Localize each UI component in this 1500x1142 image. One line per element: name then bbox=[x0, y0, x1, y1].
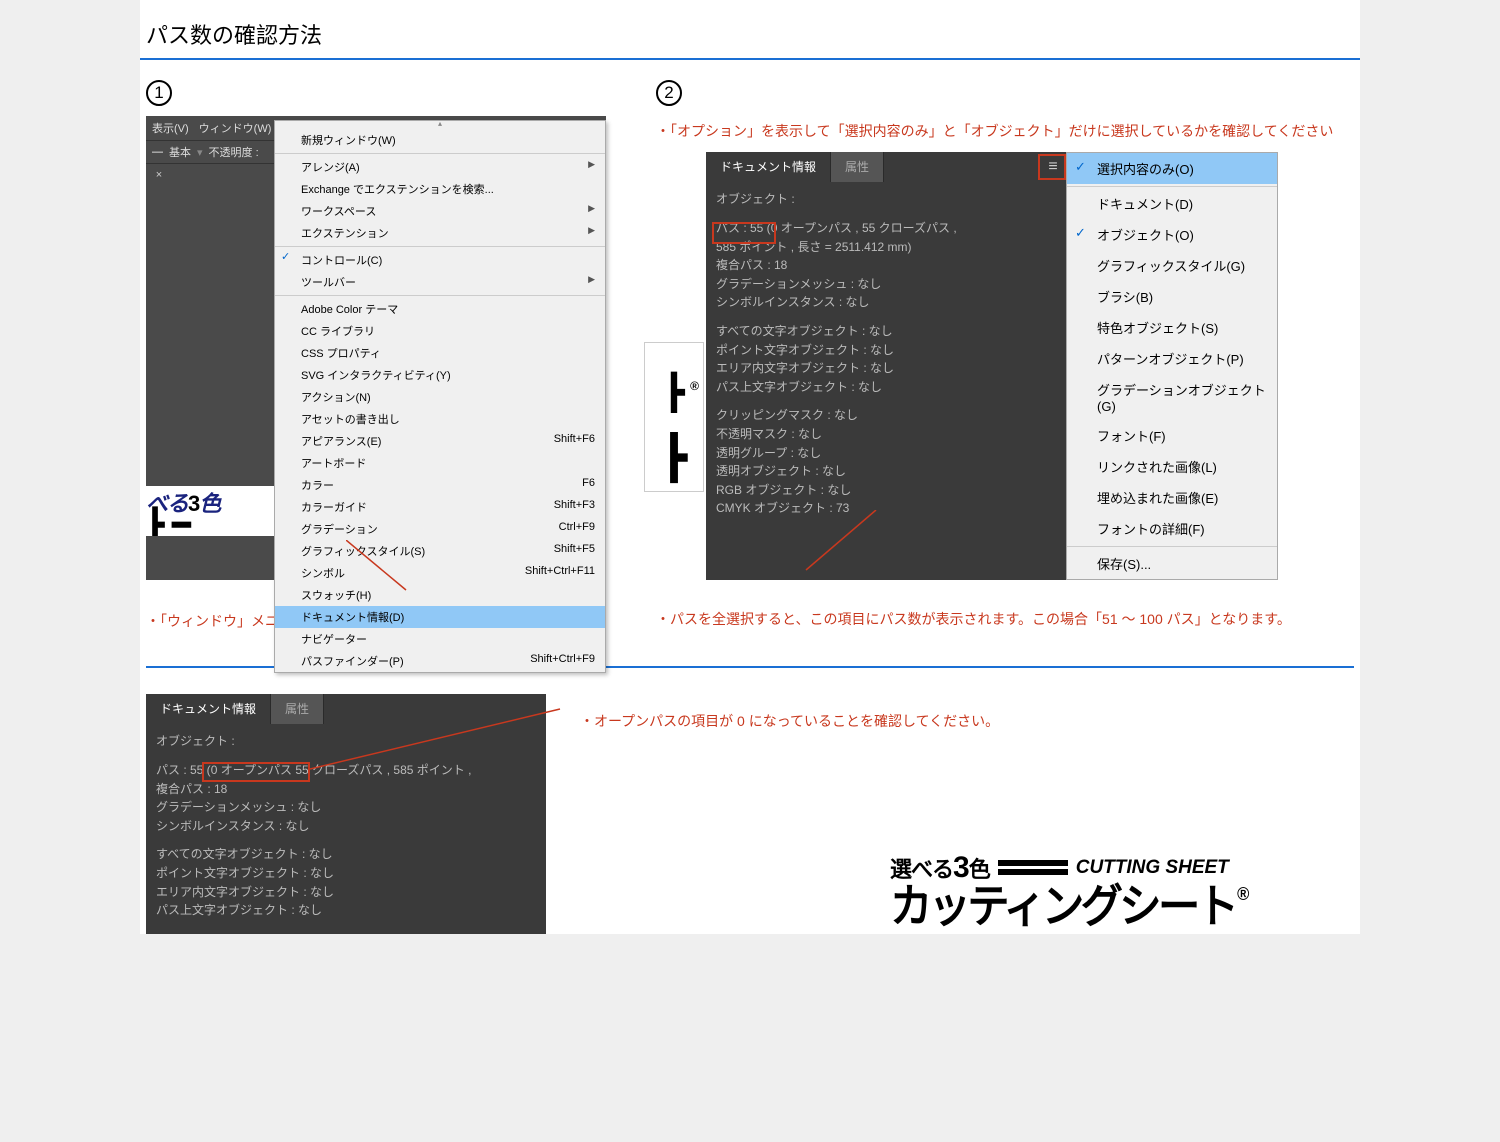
tab-attributes[interactable]: 属性 bbox=[831, 152, 884, 182]
check-icon: ✓ bbox=[281, 250, 290, 263]
flyout-item[interactable]: ドキュメント(D) bbox=[1067, 186, 1277, 219]
flyout-item[interactable]: ✓オブジェクト(O) bbox=[1067, 219, 1277, 250]
flyout-item[interactable]: パターンオブジェクト(P) bbox=[1067, 343, 1277, 374]
document-info-panel-2: ドキュメント情報 属性 オブジェクト : パス : 55 (0 オープンパス 5… bbox=[146, 694, 546, 933]
menu-item[interactable]: エクステンション▶ bbox=[275, 222, 605, 244]
note-step3: ・オープンパスの項目が 0 になっていることを確認してください。 bbox=[580, 710, 999, 732]
menu-item[interactable]: ドキュメント情報(D) bbox=[275, 606, 605, 628]
menu-item[interactable]: アセットの書き出し bbox=[275, 408, 605, 430]
highlight-open-paths bbox=[202, 762, 310, 782]
control-opacity: 不透明度 : bbox=[209, 144, 259, 160]
flyout-item[interactable]: グラデーションオブジェクト(G) bbox=[1067, 374, 1277, 420]
menu-item[interactable]: 新規ウィンドウ(W) bbox=[275, 129, 605, 151]
menu-item[interactable]: SVG インタラクティビティ(Y) bbox=[275, 364, 605, 386]
docinfo-heading: オブジェクト : bbox=[716, 190, 1056, 209]
highlight-path-count bbox=[712, 222, 776, 244]
note-step2b: ・パスを全選択すると、この項目にパス数が表示されます。この場合「51 ～ 100… bbox=[656, 608, 1354, 630]
menu-item[interactable]: Adobe Color テーマ bbox=[275, 295, 605, 320]
window-dropdown-menu: ▴ 新規ウィンドウ(W)アレンジ(A)▶Exchange でエクステンションを検… bbox=[274, 120, 606, 673]
brand-logo: 選べる3色 CUTTING SHEET カッティングシート® bbox=[890, 853, 1330, 929]
flyout-item[interactable]: フォント(F) bbox=[1067, 420, 1277, 451]
menu-item[interactable]: パスファインダー(P)Shift+Ctrl+F9 bbox=[275, 650, 605, 672]
chevron-right-icon: ▶ bbox=[588, 203, 595, 219]
menu-item[interactable]: ✓コントロール(C) bbox=[275, 246, 605, 271]
flyout-item[interactable]: 保存(S)... bbox=[1067, 546, 1277, 579]
page-title: パス数の確認方法 bbox=[140, 18, 1360, 58]
artwork-preview: ┣ ® ┣ bbox=[644, 342, 704, 492]
tab-document-info[interactable]: ドキュメント情報 bbox=[146, 694, 271, 724]
menu-item[interactable]: ツールバー▶ bbox=[275, 271, 605, 293]
flyout-item[interactable]: 埋め込まれた画像(E) bbox=[1067, 482, 1277, 513]
menu-item[interactable]: ナビゲーター bbox=[275, 628, 605, 650]
menubar-window[interactable]: ウィンドウ(W) bbox=[199, 120, 272, 136]
docinfo-mesh: グラデーションメッシュ : なし bbox=[716, 275, 1056, 294]
menu-item[interactable]: グラデーションCtrl+F9 bbox=[275, 518, 605, 540]
artwork-thumbnail: べる3色 ┣ ━ bbox=[146, 486, 274, 536]
menu-item[interactable]: アクション(N) bbox=[275, 386, 605, 408]
menu-item[interactable]: スウォッチ(H) bbox=[275, 584, 605, 606]
flyout-item[interactable]: ブラシ(B) bbox=[1067, 281, 1277, 312]
menu-item[interactable]: シンボルShift+Ctrl+F11 bbox=[275, 562, 605, 584]
menu-item[interactable]: アピアランス(E)Shift+F6 bbox=[275, 430, 605, 452]
flyout-item[interactable]: ✓選択内容のみ(O) bbox=[1067, 153, 1277, 184]
menu-item[interactable]: カラーF6 bbox=[275, 474, 605, 496]
highlight-panel-menu bbox=[1038, 154, 1066, 180]
close-icon[interactable]: × bbox=[152, 168, 166, 182]
menu-item[interactable]: カラーガイドShift+F3 bbox=[275, 496, 605, 518]
menu-item[interactable]: ワークスペース▶ bbox=[275, 200, 605, 222]
menu-item[interactable]: CC ライブラリ bbox=[275, 320, 605, 342]
document-info-panel: ドキュメント情報 属性 ≡ オブジェクト : パス : 55 (0 オープンパス… bbox=[706, 152, 1066, 580]
menubar-view[interactable]: 表示(V) bbox=[152, 120, 189, 136]
docinfo-symbol: シンボルインスタンス : なし bbox=[716, 293, 1056, 312]
menu-item[interactable]: グラフィックスタイル(S)Shift+F5 bbox=[275, 540, 605, 562]
menu-item[interactable]: アレンジ(A)▶ bbox=[275, 153, 605, 178]
control-basic: 基本 bbox=[169, 144, 191, 160]
chevron-right-icon: ▶ bbox=[588, 225, 595, 241]
docinfo-compound: 複合パス : 18 bbox=[716, 256, 1056, 275]
screenshot-window-menu: 表示(V) ウィンドウ(W) — 基本 ▾ 不透明度 : × ▴ 新規ウィンドウ… bbox=[146, 116, 606, 580]
check-icon: ✓ bbox=[1075, 225, 1086, 241]
step-2-number: 2 bbox=[656, 80, 682, 106]
chevron-right-icon: ▶ bbox=[588, 274, 595, 290]
tab-document-info[interactable]: ドキュメント情報 bbox=[706, 152, 831, 182]
flyout-item[interactable]: グラフィックスタイル(G) bbox=[1067, 250, 1277, 281]
divider bbox=[140, 58, 1360, 60]
chevron-right-icon: ▶ bbox=[588, 159, 595, 175]
flyout-item[interactable]: 特色オブジェクト(S) bbox=[1067, 312, 1277, 343]
menu-item[interactable]: アートボード bbox=[275, 452, 605, 474]
menu-item[interactable]: Exchange でエクステンションを検索... bbox=[275, 178, 605, 200]
check-icon: ✓ bbox=[1075, 159, 1086, 175]
step-1-number: 1 bbox=[146, 80, 172, 106]
flyout-item[interactable]: リンクされた画像(L) bbox=[1067, 451, 1277, 482]
flyout-item[interactable]: フォントの詳細(F) bbox=[1067, 513, 1277, 544]
menu-item[interactable]: CSS プロパティ bbox=[275, 342, 605, 364]
panel-flyout-menu: ✓選択内容のみ(O)ドキュメント(D)✓オブジェクト(O)グラフィックスタイル(… bbox=[1066, 152, 1278, 580]
tab-attributes[interactable]: 属性 bbox=[271, 694, 324, 724]
note-step2a: ・「オプション」を表示して「選択内容のみ」と「オブジェクト」だけに選択しているか… bbox=[656, 120, 1354, 142]
